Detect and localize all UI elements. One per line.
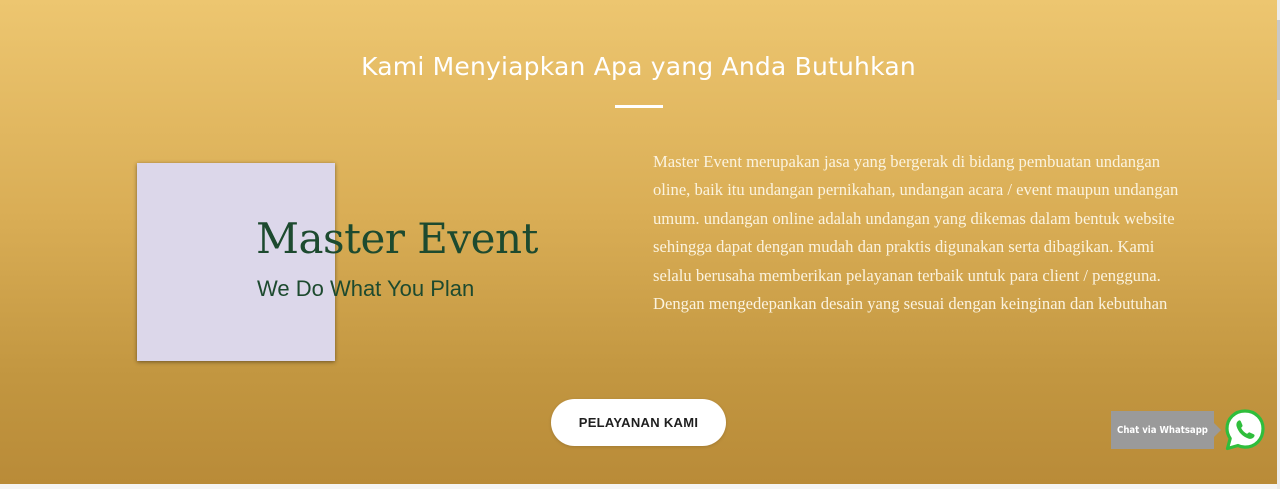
logo-tagline: We Do What You Plan <box>257 276 475 301</box>
logo-title: Master Event <box>256 214 538 263</box>
chat-label-arrow <box>1214 423 1221 437</box>
whatsapp-icon[interactable] <box>1224 408 1266 452</box>
chat-whatsapp-label[interactable]: Chat via Whatsapp <box>1111 411 1214 449</box>
heading-underline <box>615 105 663 108</box>
pelayanan-kami-button[interactable]: PELAYANAN KAMI <box>551 399 726 446</box>
section-description: Master Event merupakan jasa yang bergera… <box>653 152 1179 314</box>
page-bottom-strip <box>0 484 1277 489</box>
services-section: Kami Menyiapkan Apa yang Anda Butuhkan M… <box>0 0 1277 484</box>
section-heading: Kami Menyiapkan Apa yang Anda Butuhkan <box>361 52 916 81</box>
